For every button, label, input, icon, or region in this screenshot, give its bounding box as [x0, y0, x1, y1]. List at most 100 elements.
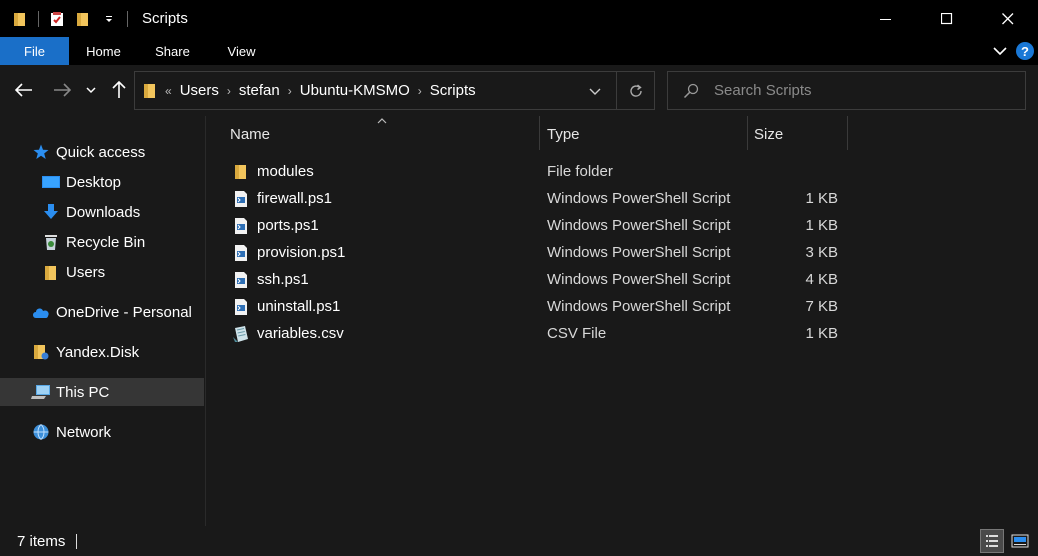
- file-name: ssh.ps1: [257, 271, 309, 288]
- breadcrumb-overflow[interactable]: «: [163, 84, 174, 98]
- search-input[interactable]: [714, 82, 1004, 99]
- folder-icon: [10, 9, 30, 29]
- chevron-right-icon[interactable]: ›: [286, 84, 294, 98]
- computer-icon: [30, 382, 52, 402]
- file-type: Windows PowerShell Script: [547, 217, 731, 234]
- arrow-right-icon: [54, 83, 71, 97]
- file-name: variables.csv: [257, 325, 344, 342]
- folder-icon: [143, 82, 157, 99]
- recent-locations-button[interactable]: [81, 78, 101, 102]
- maximize-button[interactable]: [916, 0, 977, 37]
- table-row[interactable]: ports.ps1 Windows PowerShell Script 1 KB: [206, 212, 1038, 239]
- file-name: modules: [257, 163, 314, 180]
- nav-item-network[interactable]: Network: [30, 418, 111, 446]
- nav-item-quick-access[interactable]: Quick access: [30, 138, 145, 166]
- file-size: 1 KB: [805, 325, 838, 342]
- tab-file[interactable]: File: [0, 37, 69, 65]
- table-row[interactable]: uninstall.ps1 Windows PowerShell Script …: [206, 293, 1038, 320]
- navigation-bar: « Users › stefan › Ubuntu-KMSMO › Script…: [0, 65, 1038, 116]
- file-name: uninstall.ps1: [257, 298, 341, 315]
- nav-item-users[interactable]: Users: [40, 258, 239, 286]
- address-history-button[interactable]: [580, 72, 610, 109]
- close-icon: [1001, 12, 1013, 24]
- file-type: Windows PowerShell Script: [547, 244, 731, 261]
- table-row[interactable]: variables.csv CSV File 1 KB: [206, 320, 1038, 347]
- file-list: Name Type Size modules File folder firew…: [206, 116, 1038, 526]
- nav-label: This PC: [56, 383, 110, 401]
- view-switcher: [980, 529, 1032, 553]
- table-row[interactable]: ssh.ps1 Windows PowerShell Script 4 KB: [206, 266, 1038, 293]
- nav-label: Recycle Bin: [66, 233, 146, 251]
- ribbon-tabs: File Home Share View ?: [0, 37, 1038, 65]
- large-icons-view-button[interactable]: [1008, 529, 1032, 553]
- refresh-button[interactable]: [616, 72, 654, 109]
- up-button[interactable]: [107, 78, 131, 102]
- csv-file-icon: [230, 324, 252, 344]
- powershell-script-icon: [230, 297, 252, 317]
- properties-icon[interactable]: [47, 9, 67, 29]
- breadcrumb-users[interactable]: Users: [174, 82, 225, 99]
- nav-label: Desktop: [66, 173, 122, 191]
- tab-share[interactable]: Share: [138, 37, 207, 65]
- column-header-size[interactable]: Size: [754, 116, 844, 152]
- help-button[interactable]: ?: [1016, 42, 1034, 60]
- file-size: 1 KB: [805, 217, 838, 234]
- tab-home[interactable]: Home: [69, 37, 138, 65]
- search-box[interactable]: [667, 71, 1026, 110]
- table-row[interactable]: firewall.ps1 Windows PowerShell Script 1…: [206, 185, 1038, 212]
- table-row[interactable]: provision.ps1 Windows PowerShell Script …: [206, 239, 1038, 266]
- new-folder-icon[interactable]: [73, 9, 93, 29]
- close-button[interactable]: [977, 0, 1038, 37]
- chevron-down-icon: [993, 47, 1007, 56]
- column-divider[interactable]: [747, 116, 748, 150]
- nav-item-desktop[interactable]: Desktop: [40, 168, 239, 196]
- nav-item-recycle-bin[interactable]: Recycle Bin: [40, 228, 239, 256]
- expand-ribbon-button[interactable]: [990, 41, 1010, 61]
- nav-label: OneDrive - Personal: [56, 303, 192, 321]
- chevron-right-icon[interactable]: ›: [416, 84, 424, 98]
- nav-item-onedrive[interactable]: OneDrive - Personal: [30, 298, 192, 326]
- download-icon: [40, 202, 62, 222]
- back-button[interactable]: [12, 78, 36, 102]
- nav-item-downloads[interactable]: Downloads: [40, 198, 239, 226]
- breadcrumb-scripts[interactable]: Scripts: [424, 82, 482, 99]
- powershell-script-icon: [230, 189, 252, 209]
- details-view-icon: [986, 535, 998, 547]
- breadcrumb-ubuntu-kmsmo[interactable]: Ubuntu-KMSMO: [294, 82, 416, 99]
- nav-item-this-pc[interactable]: This PC: [0, 378, 204, 406]
- nav-item-yandex-disk[interactable]: Yandex.Disk: [30, 338, 139, 366]
- toolbar-separator: [38, 10, 39, 27]
- toolbar-separator: [127, 10, 128, 27]
- quick-access-toolbar: [0, 0, 136, 37]
- network-icon: [30, 422, 52, 442]
- nav-label: Quick access: [56, 143, 146, 161]
- file-type: Windows PowerShell Script: [547, 298, 731, 315]
- chevron-down-icon: [86, 87, 96, 94]
- tab-view[interactable]: View: [207, 37, 276, 65]
- details-view-button[interactable]: [980, 529, 1004, 553]
- chevron-down-icon: [589, 88, 601, 95]
- address-bar[interactable]: « Users › stefan › Ubuntu-KMSMO › Script…: [134, 71, 655, 110]
- table-row[interactable]: modules File folder: [206, 158, 1038, 185]
- customize-toolbar-icon[interactable]: [99, 9, 119, 29]
- recycle-bin-icon: [40, 232, 62, 252]
- breadcrumb-stefan[interactable]: stefan: [233, 82, 286, 99]
- item-count: 7 items: [17, 532, 66, 550]
- column-divider[interactable]: [847, 116, 848, 150]
- file-size: 3 KB: [805, 244, 838, 261]
- column-divider[interactable]: [539, 116, 540, 150]
- refresh-icon: [629, 83, 642, 97]
- folder-icon: [30, 342, 52, 362]
- minimize-button[interactable]: [855, 0, 916, 37]
- search-icon: [668, 83, 714, 99]
- cloud-icon: [30, 302, 52, 322]
- breadcrumb: « Users › stefan › Ubuntu-KMSMO › Script…: [135, 72, 482, 109]
- forward-button[interactable]: [50, 78, 74, 102]
- column-header-name[interactable]: Name: [230, 116, 536, 152]
- arrow-left-icon: [15, 83, 32, 97]
- file-size: 7 KB: [805, 298, 838, 315]
- chevron-right-icon[interactable]: ›: [225, 84, 233, 98]
- column-header-type[interactable]: Type: [547, 116, 747, 152]
- window-title: Scripts: [142, 10, 188, 27]
- desktop-icon: [40, 172, 62, 192]
